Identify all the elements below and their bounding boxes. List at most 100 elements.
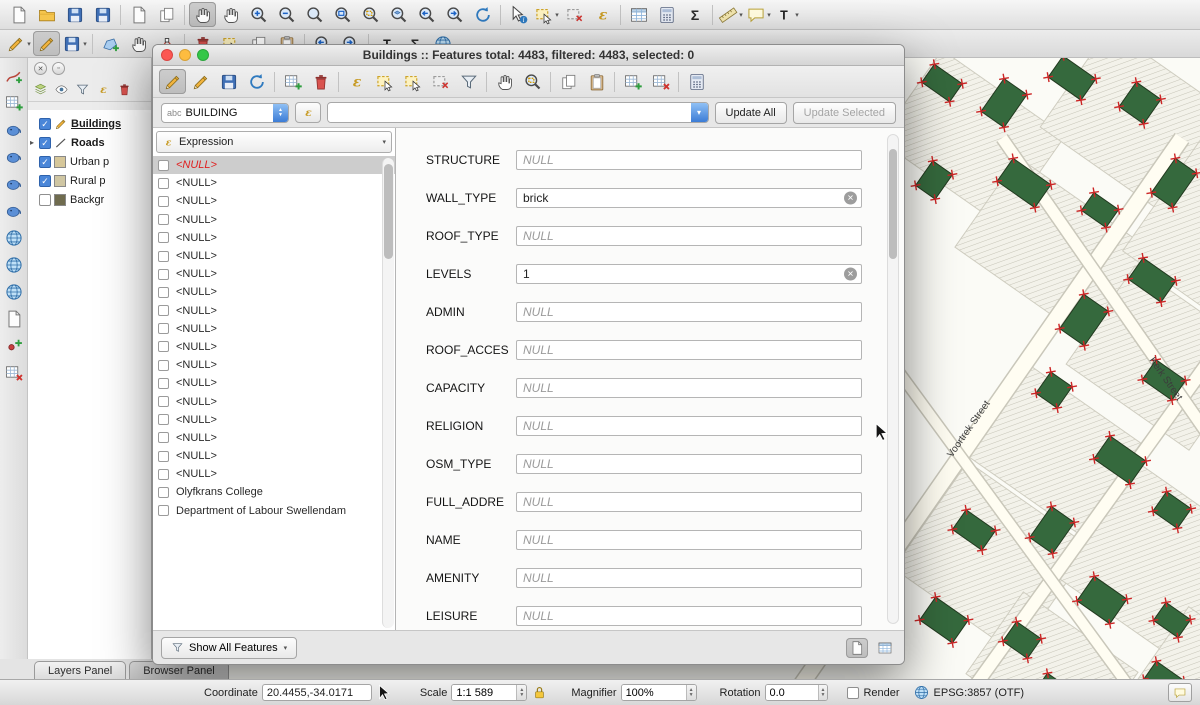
- field-input-religion[interactable]: [516, 416, 862, 436]
- magnifier-spinner[interactable]: ▲▼: [686, 685, 696, 700]
- feature-list-item[interactable]: <NULL>: [153, 174, 395, 192]
- save-project[interactable]: [61, 2, 88, 27]
- feature-list-item[interactable]: Department of Labour Swellendam: [153, 502, 395, 520]
- feature-list-item[interactable]: <NULL>: [153, 302, 395, 320]
- save-layer-edits[interactable]: ▾: [61, 31, 88, 56]
- expression-builder-button[interactable]: [295, 102, 321, 123]
- field-input-leisure[interactable]: [516, 606, 862, 626]
- field-input-full_addre[interactable]: [516, 492, 862, 512]
- zoom-in[interactable]: [245, 2, 272, 27]
- coordinate-input[interactable]: [262, 684, 372, 701]
- pan-map[interactable]: [189, 2, 216, 27]
- add-spatialite-layer[interactable]: [2, 145, 26, 169]
- zoom-out[interactable]: [273, 2, 300, 27]
- field-input-roof_type[interactable]: [516, 226, 862, 246]
- scale-combo[interactable]: ▲▼: [451, 684, 527, 701]
- expand-arrow[interactable]: ▸: [30, 138, 39, 147]
- add-wcs-layer[interactable]: [2, 253, 26, 277]
- add-vector-layer[interactable]: [2, 64, 26, 88]
- rotation-spinner[interactable]: ▲▼: [818, 685, 828, 700]
- feature-checkbox[interactable]: [158, 432, 169, 443]
- add-mssql-layer[interactable]: [2, 172, 26, 196]
- feature-list-item[interactable]: <NULL>: [153, 229, 395, 247]
- delete-field[interactable]: [647, 69, 674, 94]
- add-raster-layer[interactable]: [2, 91, 26, 115]
- new-field[interactable]: [619, 69, 646, 94]
- new-project[interactable]: [5, 2, 32, 27]
- layer-item[interactable]: Backgr: [28, 190, 151, 209]
- feature-checkbox[interactable]: [158, 487, 169, 498]
- open-project[interactable]: [33, 2, 60, 27]
- add-wfs-layer[interactable]: [2, 280, 26, 304]
- feature-checkbox[interactable]: [158, 160, 169, 171]
- field-input-osm_type[interactable]: [516, 454, 862, 474]
- zoom-to-layer[interactable]: [385, 2, 412, 27]
- feature-checkbox[interactable]: [158, 214, 169, 225]
- field-input-levels[interactable]: [516, 264, 862, 284]
- pan-to-selected[interactable]: [491, 69, 518, 94]
- field-input-capacity[interactable]: [516, 378, 862, 398]
- select-by-expression[interactable]: [343, 69, 370, 94]
- field-input-amenity[interactable]: [516, 568, 862, 588]
- field-input-wall_type[interactable]: [516, 188, 862, 208]
- composer-manager[interactable]: [153, 2, 180, 27]
- feature-list-item[interactable]: <NULL>: [153, 356, 395, 374]
- save-project-as[interactable]: [89, 2, 116, 27]
- layer-visibility-checkbox[interactable]: ✓: [39, 137, 51, 149]
- mouse-position-icon[interactable]: [376, 684, 393, 701]
- feature-checkbox[interactable]: [158, 305, 169, 316]
- show-statistics[interactable]: [681, 2, 708, 27]
- multi-edit[interactable]: [187, 69, 214, 94]
- feature-list-item[interactable]: <NULL>: [153, 392, 395, 410]
- open-attribute-table[interactable]: [625, 2, 652, 27]
- field-input-admin[interactable]: [516, 302, 862, 322]
- feature-list-item[interactable]: <NULL>: [153, 320, 395, 338]
- filter-by-expression[interactable]: [93, 79, 114, 99]
- feature-checkbox[interactable]: [158, 269, 169, 280]
- text-annotation[interactable]: ▾: [773, 2, 800, 27]
- scale-spinner[interactable]: ▲▼: [516, 685, 526, 700]
- feature-checkbox[interactable]: [158, 396, 169, 407]
- invert-selection[interactable]: [399, 69, 426, 94]
- feature-checkbox[interactable]: [158, 360, 169, 371]
- delete-selected-features[interactable]: [307, 69, 334, 94]
- copy-selected-rows[interactable]: [555, 69, 582, 94]
- messages-button[interactable]: [1168, 683, 1192, 702]
- feature-list-item[interactable]: <NULL>: [153, 338, 395, 356]
- reload-table[interactable]: [243, 69, 270, 94]
- feature-list-item[interactable]: Olyfkrans College: [153, 483, 395, 501]
- field-input-name[interactable]: [516, 530, 862, 550]
- feature-list-item[interactable]: <NULL>: [153, 211, 395, 229]
- toggle-editing[interactable]: [159, 69, 186, 94]
- open-layer-styling-dock[interactable]: [30, 79, 51, 99]
- zoom-button[interactable]: [197, 49, 209, 61]
- minimize-button[interactable]: [179, 49, 191, 61]
- feature-list-item[interactable]: <NULL>: [153, 192, 395, 210]
- feature-list-item[interactable]: <NULL>: [153, 283, 395, 301]
- identify-features[interactable]: [505, 2, 532, 27]
- expression-dropdown-icon[interactable]: ▾: [691, 103, 708, 122]
- switch-to-form-view-button[interactable]: [846, 638, 868, 658]
- feature-preview-combo[interactable]: Expression ▾: [156, 131, 392, 153]
- feature-checkbox[interactable]: [158, 414, 169, 425]
- layer-visibility-checkbox[interactable]: ✓: [39, 175, 51, 187]
- toggle-editing[interactable]: [33, 31, 60, 56]
- lock-scale-icon[interactable]: [531, 684, 548, 701]
- render-checkbox[interactable]: [847, 687, 859, 699]
- magnifier-combo[interactable]: ▲▼: [621, 684, 697, 701]
- feature-checkbox[interactable]: [158, 251, 169, 262]
- deselect-all[interactable]: [561, 2, 588, 27]
- panel-close-button[interactable]: ✕: [34, 62, 47, 75]
- magnifier-input[interactable]: [622, 685, 686, 700]
- layer-visibility-checkbox[interactable]: ✓: [39, 118, 51, 130]
- feature-checkbox[interactable]: [158, 378, 169, 389]
- layer-visibility-checkbox[interactable]: ✓: [39, 156, 51, 168]
- layer-item[interactable]: ✓Rural p: [28, 171, 151, 190]
- remove-layer[interactable]: [114, 79, 135, 99]
- move-feature[interactable]: [125, 31, 152, 56]
- zoom-last[interactable]: [413, 2, 440, 27]
- panel-float-button[interactable]: ▫: [52, 62, 65, 75]
- refresh-map[interactable]: [469, 2, 496, 27]
- update-selected-button[interactable]: Update Selected: [793, 102, 896, 124]
- layer-item[interactable]: ✓Buildings: [28, 114, 151, 133]
